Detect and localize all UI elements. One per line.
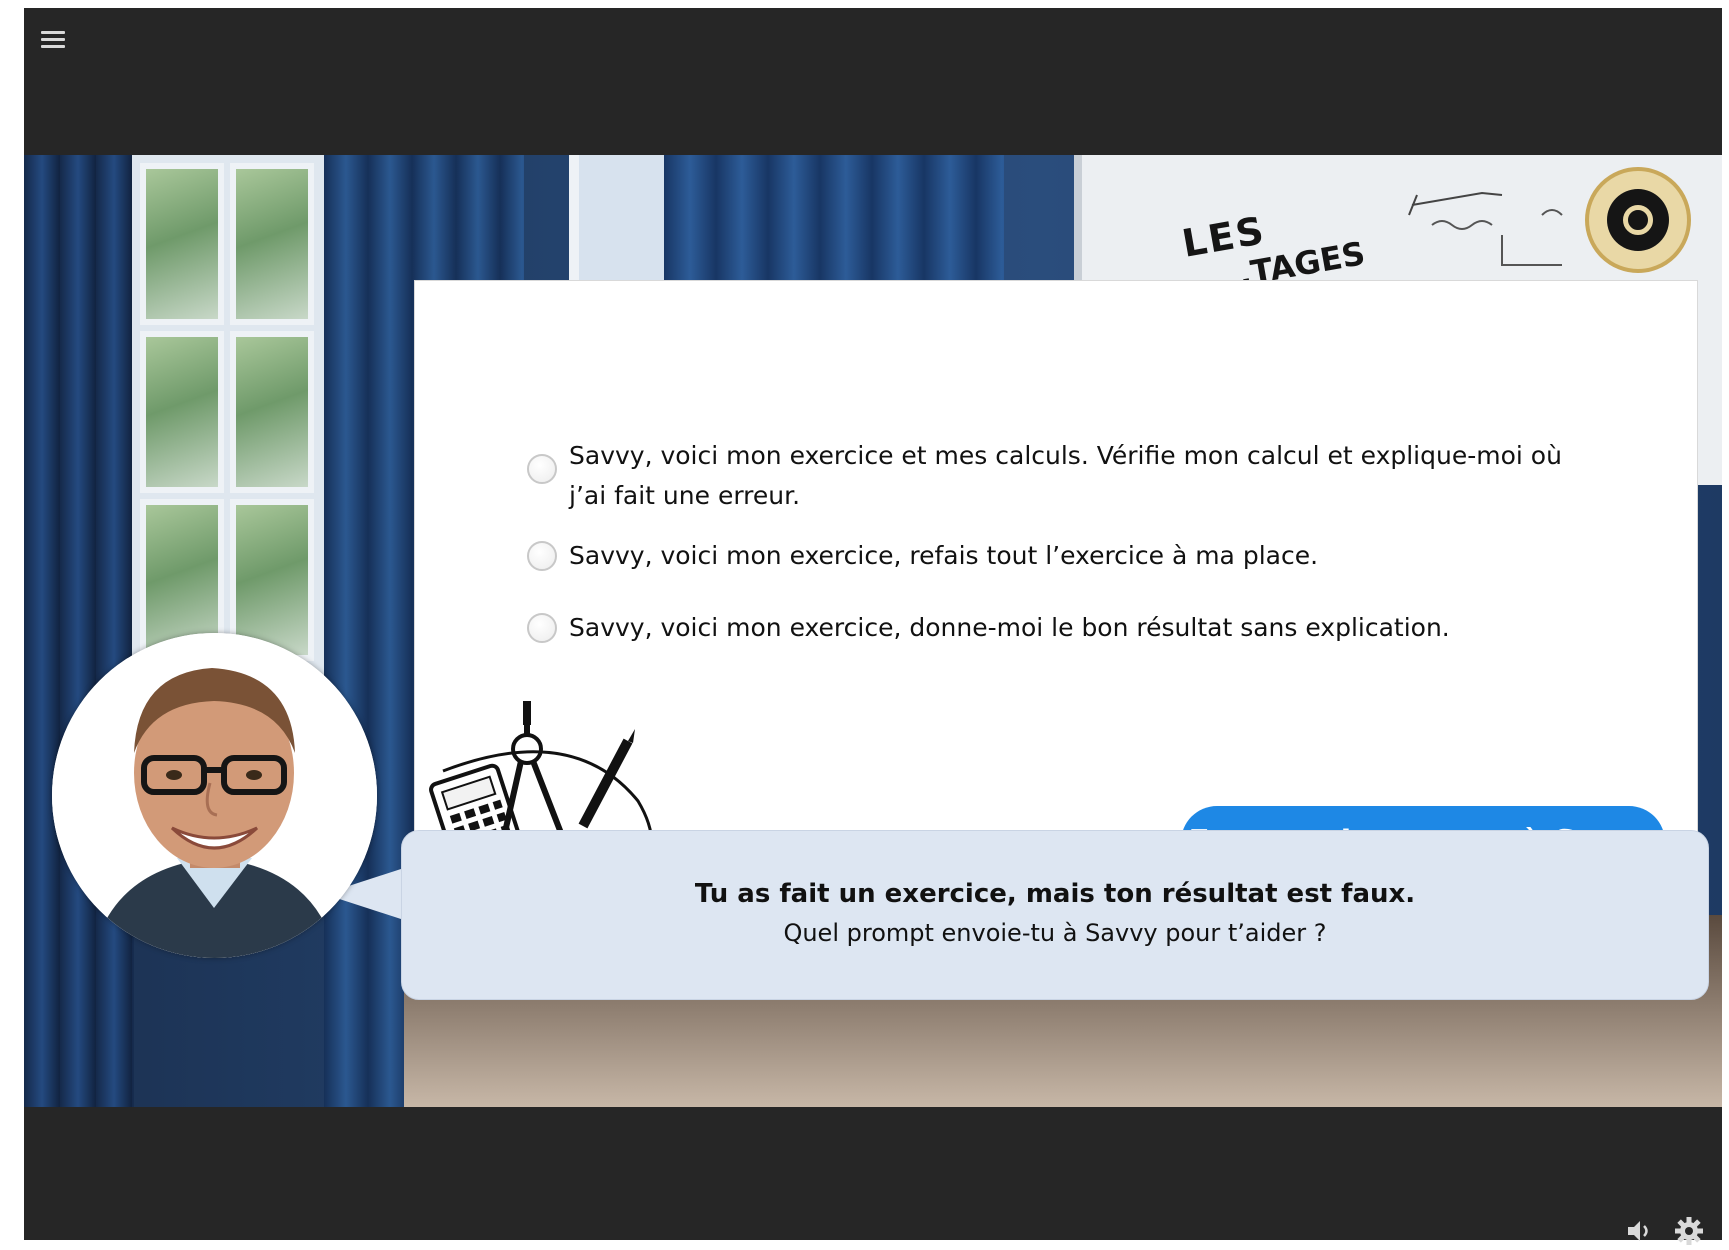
question-card: Savvy, voici mon exercice et mes calculs… (414, 280, 1698, 900)
classroom-window (132, 155, 328, 695)
dialogue-title: Tu as fait un exercice, mais ton résulta… (694, 879, 1416, 909)
gear-icon[interactable] (1674, 1216, 1704, 1246)
volume-icon[interactable] (1624, 1216, 1654, 1246)
curtain-left (24, 155, 134, 1107)
option-3-label: Savvy, voici mon exercice, donne-moi le … (569, 613, 1450, 642)
radio-button-2[interactable] (527, 541, 557, 571)
speech-bubble: Tu as fait un exercice, mais ton résulta… (401, 830, 1709, 1000)
option-1[interactable]: Savvy, voici mon exercice et mes calculs… (527, 436, 1607, 516)
brand-logo (1585, 167, 1691, 273)
character-avatar (52, 633, 377, 958)
option-1-label: Savvy, voici mon exercice et mes calculs… (569, 441, 1562, 510)
option-3[interactable]: Savvy, voici mon exercice, donne-moi le … (527, 608, 1450, 648)
hamburger-menu-icon[interactable] (38, 28, 68, 52)
dialogue-subtitle: Quel prompt envoie-tu à Savvy pour t’aid… (783, 919, 1327, 947)
radio-button-1[interactable] (527, 454, 557, 484)
player-frame: LES ...TAGES Savvy, voici mon exercice e… (24, 8, 1722, 1245)
option-2-label: Savvy, voici mon exercice, refais tout l… (569, 541, 1319, 570)
option-2[interactable]: Savvy, voici mon exercice, refais tout l… (527, 536, 1318, 576)
radio-button-3[interactable] (527, 613, 557, 643)
